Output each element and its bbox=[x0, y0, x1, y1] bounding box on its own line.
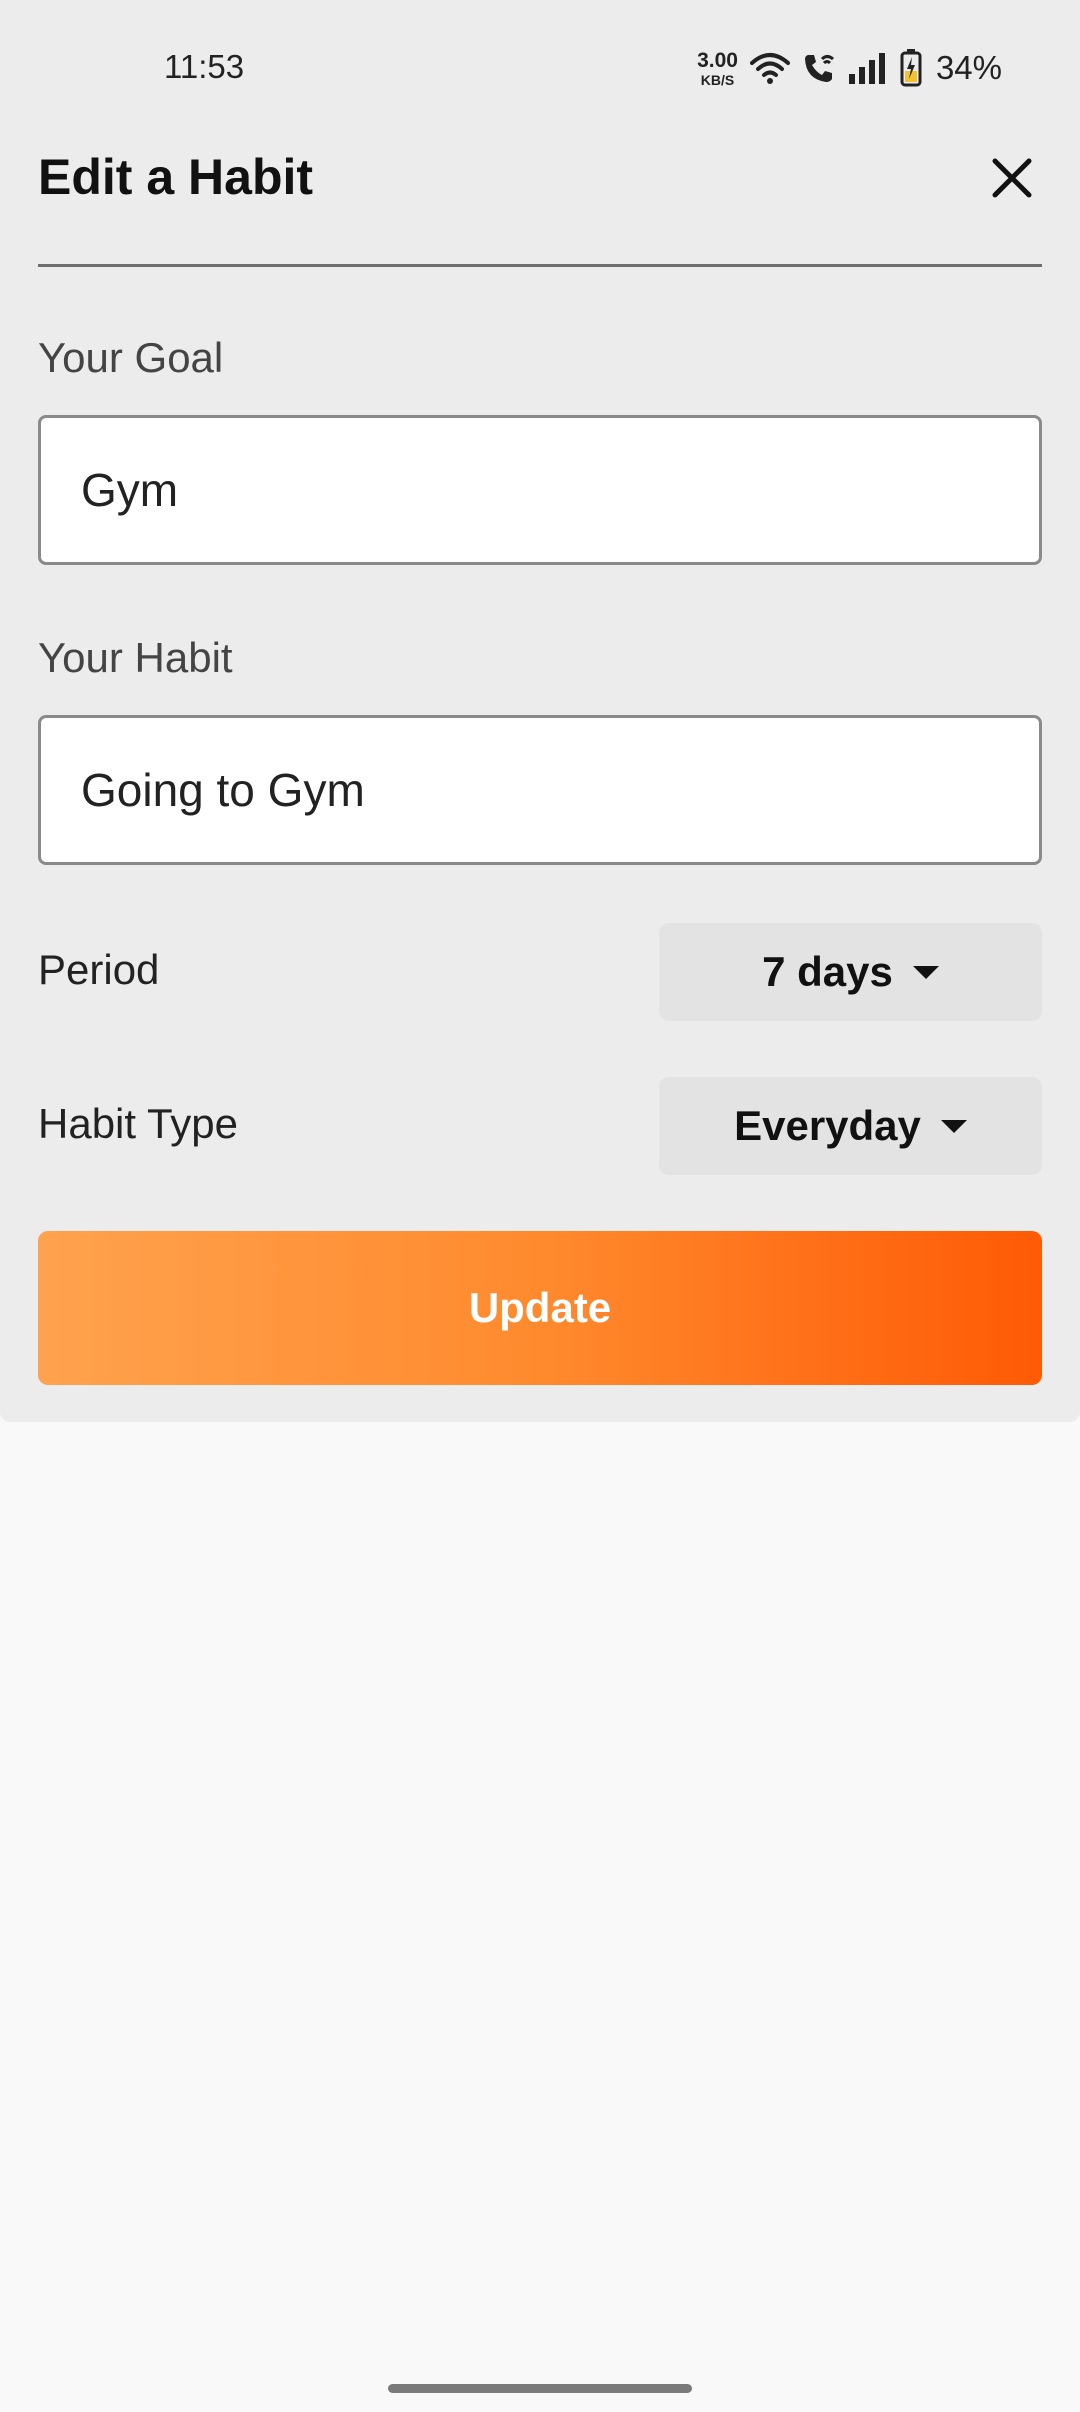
edit-habit-sheet: Edit a Habit Your Goal Your Habit Period… bbox=[0, 136, 1080, 1422]
caret-down-icon bbox=[912, 965, 939, 979]
network-speed-value: 3.00 bbox=[697, 48, 738, 72]
status-icons: 3.00 KB/S 34% bbox=[697, 46, 1002, 90]
header-divider bbox=[38, 264, 1042, 267]
goal-input[interactable] bbox=[38, 415, 1042, 565]
caret-down-icon bbox=[940, 1119, 967, 1133]
habit-type-dropdown[interactable]: Everyday bbox=[659, 1077, 1042, 1175]
habit-label: Your Habit bbox=[38, 634, 233, 681]
update-button[interactable]: Update bbox=[38, 1231, 1042, 1385]
home-indicator[interactable] bbox=[388, 2384, 692, 2393]
screen: 11:53 3.00 KB/S 34% Edit a Habit Your Go… bbox=[0, 0, 1080, 2412]
status-bar: 11:53 3.00 KB/S 34% bbox=[0, 0, 1080, 136]
period-value: 7 days bbox=[762, 948, 893, 995]
habit-type-value: Everyday bbox=[734, 1102, 921, 1149]
battery-charging-icon bbox=[900, 49, 922, 87]
battery-percent: 34% bbox=[935, 49, 1002, 86]
network-speed: 3.00 KB/S bbox=[697, 50, 738, 87]
network-speed-unit: KB/S bbox=[700, 71, 735, 88]
close-icon bbox=[992, 158, 1032, 198]
period-dropdown[interactable]: 7 days bbox=[659, 923, 1042, 1021]
wifi-calling-icon bbox=[804, 55, 834, 82]
wifi-icon bbox=[749, 53, 790, 84]
habit-type-label: Habit Type bbox=[38, 1100, 239, 1147]
close-button[interactable] bbox=[980, 146, 1044, 210]
sheet-title: Edit a Habit bbox=[38, 149, 314, 205]
habit-input[interactable] bbox=[38, 715, 1042, 865]
goal-label: Your Goal bbox=[38, 334, 224, 381]
status-time: 11:53 bbox=[164, 48, 245, 85]
signal-icon bbox=[848, 53, 885, 84]
period-label: Period bbox=[38, 946, 160, 993]
